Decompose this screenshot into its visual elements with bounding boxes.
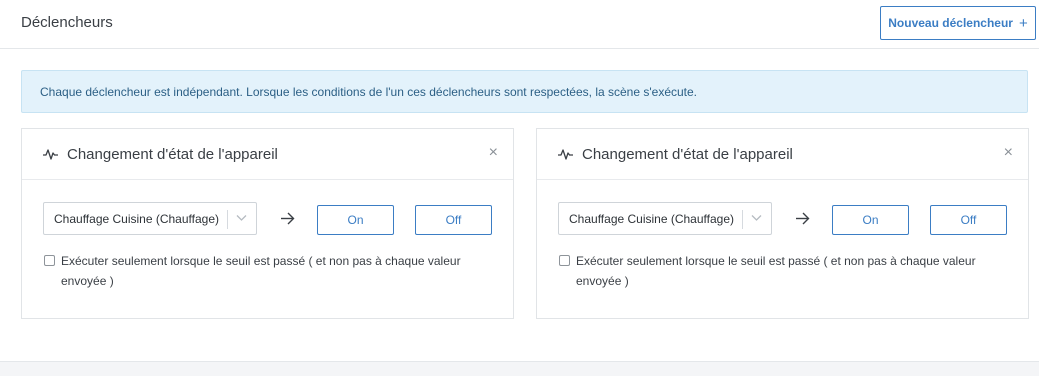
footer-bar — [0, 361, 1039, 376]
state-off-button[interactable]: Off — [930, 205, 1007, 235]
pulse-icon — [43, 149, 58, 160]
plus-icon: + — [1018, 14, 1028, 32]
new-trigger-button[interactable]: Nouveau déclencheur + — [880, 6, 1036, 40]
device-select[interactable]: Chauffage Cuisine (Chauffage) — [558, 202, 772, 235]
threshold-checkbox-label: Exécuter seulement lorsque le seuil est … — [61, 254, 461, 288]
trigger-card-title: Changement d'état de l'appareil — [67, 146, 278, 163]
info-message: Chaque déclencheur est indépendant. Lors… — [40, 84, 698, 99]
pulse-icon — [558, 149, 573, 160]
new-trigger-label: Nouveau déclencheur — [888, 16, 1013, 30]
device-select-value: Chauffage Cuisine (Chauffage) — [54, 211, 219, 226]
select-divider — [742, 210, 743, 229]
page-header: Déclencheurs Nouveau déclencheur + — [0, 0, 1039, 49]
state-on-button[interactable]: On — [832, 205, 909, 235]
info-banner: Chaque déclencheur est indépendant. Lors… — [21, 70, 1028, 113]
trigger-card-title: Changement d'état de l'appareil — [582, 146, 793, 163]
chevron-down-icon — [236, 215, 247, 221]
threshold-checkbox[interactable] — [44, 255, 55, 266]
state-off-button[interactable]: Off — [415, 205, 492, 235]
page-title: Déclencheurs — [21, 14, 113, 31]
close-icon[interactable]: × — [489, 145, 498, 161]
trigger-card: Changement d'état de l'appareil × Chauff… — [536, 128, 1029, 319]
close-icon[interactable]: × — [1004, 145, 1013, 161]
device-select[interactable]: Chauffage Cuisine (Chauffage) — [43, 202, 257, 235]
arrow-right-icon — [281, 212, 295, 225]
trigger-card: Changement d'état de l'appareil × Chauff… — [21, 128, 514, 319]
chevron-down-icon — [751, 215, 762, 221]
device-select-value: Chauffage Cuisine (Chauffage) — [569, 211, 734, 226]
arrow-right-icon — [796, 212, 810, 225]
trigger-card-header: Changement d'état de l'appareil × — [22, 129, 513, 180]
trigger-card-header: Changement d'état de l'appareil × — [537, 129, 1028, 180]
threshold-checkbox-label: Exécuter seulement lorsque le seuil est … — [576, 254, 976, 288]
select-divider — [227, 210, 228, 229]
state-on-button[interactable]: On — [317, 205, 394, 235]
threshold-checkbox[interactable] — [559, 255, 570, 266]
